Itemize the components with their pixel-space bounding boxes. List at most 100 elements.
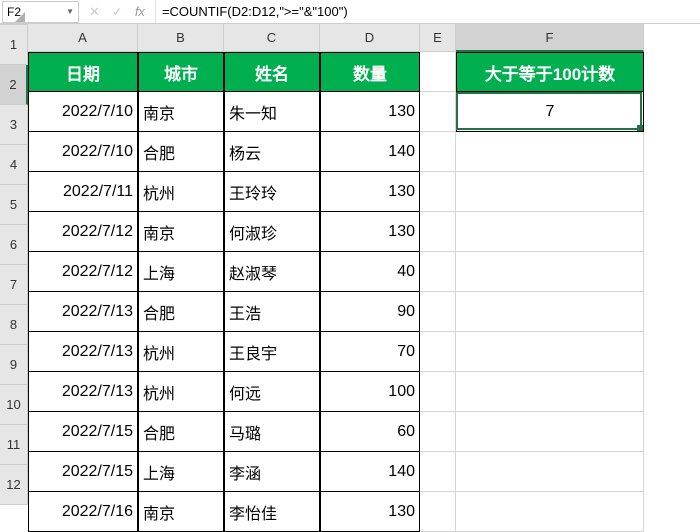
cell-E12[interactable] [420,492,456,532]
cell-A12[interactable]: 2022/7/16 [28,492,138,532]
col-header-A[interactable]: A [28,24,138,52]
cell-A10[interactable]: 2022/7/15 [28,412,138,452]
cell-E3[interactable] [420,132,456,172]
cell-C6[interactable]: 赵淑琴 [224,252,320,292]
spreadsheet: 123456789101112 ABCDEF 日期城市姓名数量大于等于100计数… [0,24,700,500]
cell-B6[interactable]: 上海 [138,252,224,292]
cell-E2[interactable] [420,92,456,132]
cell-A8[interactable]: 2022/7/13 [28,332,138,372]
cell-A5[interactable]: 2022/7/12 [28,212,138,252]
cell-C4[interactable]: 王玲玲 [224,172,320,212]
header-C[interactable]: 姓名 [224,52,320,92]
col-header-B[interactable]: B [138,24,224,52]
cell-F6[interactable] [456,252,644,292]
cell-C10[interactable]: 马璐 [224,412,320,452]
fx-icon[interactable]: fx [135,4,145,19]
cell-D8[interactable]: 70 [320,332,420,372]
chevron-down-icon[interactable]: ▼ [66,7,74,16]
cell-A6[interactable]: 2022/7/12 [28,252,138,292]
cell-C7[interactable]: 王浩 [224,292,320,332]
cell-B5[interactable]: 南京 [138,212,224,252]
row-header-11[interactable]: 11 [0,425,28,465]
cell-A7[interactable]: 2022/7/13 [28,292,138,332]
cell-C12[interactable]: 李怡佳 [224,492,320,532]
cell-E8[interactable] [420,332,456,372]
row-header-9[interactable]: 9 [0,345,28,385]
cell-D9[interactable]: 100 [320,372,420,412]
cell-F9[interactable] [456,372,644,412]
cell-B10[interactable]: 合肥 [138,412,224,452]
cell-E9[interactable] [420,372,456,412]
row-header-12[interactable]: 12 [0,465,28,505]
cell-F2[interactable]: 7 [456,92,644,132]
cell-F11[interactable] [456,452,644,492]
cell-F4[interactable] [456,172,644,212]
col-header-E[interactable]: E [420,24,456,52]
cell-D5[interactable]: 130 [320,212,420,252]
col-header-F[interactable]: F [456,24,644,52]
cell-F3[interactable] [456,132,644,172]
cell-F7[interactable] [456,292,644,332]
formula-bar-buttons: ✕ ✓ fx [79,0,156,23]
cell-F5[interactable] [456,212,644,252]
cell-F12[interactable] [456,492,644,532]
cell-D7[interactable]: 90 [320,292,420,332]
cell-C8[interactable]: 王良宇 [224,332,320,372]
cell-D4[interactable]: 130 [320,172,420,212]
cell-D11[interactable]: 140 [320,452,420,492]
cell-E6[interactable] [420,252,456,292]
cell-F8[interactable] [456,332,644,372]
cancel-icon: ✕ [89,4,100,20]
cell-B9[interactable]: 杭州 [138,372,224,412]
cell-B3[interactable]: 合肥 [138,132,224,172]
name-box[interactable]: F2 ▼ [2,1,79,23]
cell-E4[interactable] [420,172,456,212]
cell-B11[interactable]: 上海 [138,452,224,492]
row-header-10[interactable]: 10 [0,385,28,425]
cell-A4[interactable]: 2022/7/11 [28,172,138,212]
cell-E5[interactable] [420,212,456,252]
cell-D3[interactable]: 140 [320,132,420,172]
header-A[interactable]: 日期 [28,52,138,92]
confirm-icon: ✓ [112,4,123,20]
cell-C5[interactable]: 何淑珍 [224,212,320,252]
header-F[interactable]: 大于等于100计数 [456,52,644,92]
cell-E1[interactable] [420,52,456,92]
cell-B7[interactable]: 合肥 [138,292,224,332]
col-header-C[interactable]: C [224,24,320,52]
cell-D2[interactable]: 130 [320,92,420,132]
row-header-4[interactable]: 4 [0,145,28,185]
cell-D10[interactable]: 60 [320,412,420,452]
cell-A11[interactable]: 2022/7/15 [28,452,138,492]
cell-A3[interactable]: 2022/7/10 [28,132,138,172]
row-header-1[interactable]: 1 [0,25,28,65]
select-all-corner[interactable] [0,24,28,25]
row-header-6[interactable]: 6 [0,225,28,265]
cell-A2[interactable]: 2022/7/10 [28,92,138,132]
cell-D6[interactable]: 40 [320,252,420,292]
header-B[interactable]: 城市 [138,52,224,92]
header-D[interactable]: 数量 [320,52,420,92]
cell-E11[interactable] [420,452,456,492]
formula-input[interactable]: =COUNTIF(D2:D12,">="&"100") [156,0,700,23]
row-header-3[interactable]: 3 [0,105,28,145]
row-header-7[interactable]: 7 [0,265,28,305]
row-header-8[interactable]: 8 [0,305,28,345]
cell-B8[interactable]: 杭州 [138,332,224,372]
cell-C3[interactable]: 杨云 [224,132,320,172]
row-header-2[interactable]: 2 [0,65,28,105]
cell-B2[interactable]: 南京 [138,92,224,132]
col-header-D[interactable]: D [320,24,420,52]
cell-C9[interactable]: 何远 [224,372,320,412]
cell-A9[interactable]: 2022/7/13 [28,372,138,412]
cell-B4[interactable]: 杭州 [138,172,224,212]
cell-F10[interactable] [456,412,644,452]
cell-E7[interactable] [420,292,456,332]
cell-B12[interactable]: 南京 [138,492,224,532]
cell-C2[interactable]: 朱一知 [224,92,320,132]
row-header-5[interactable]: 5 [0,185,28,225]
formula-bar: F2 ▼ ✕ ✓ fx =COUNTIF(D2:D12,">="&"100") [0,0,700,24]
cell-D12[interactable]: 130 [320,492,420,532]
cell-E10[interactable] [420,412,456,452]
cell-C11[interactable]: 李涵 [224,452,320,492]
